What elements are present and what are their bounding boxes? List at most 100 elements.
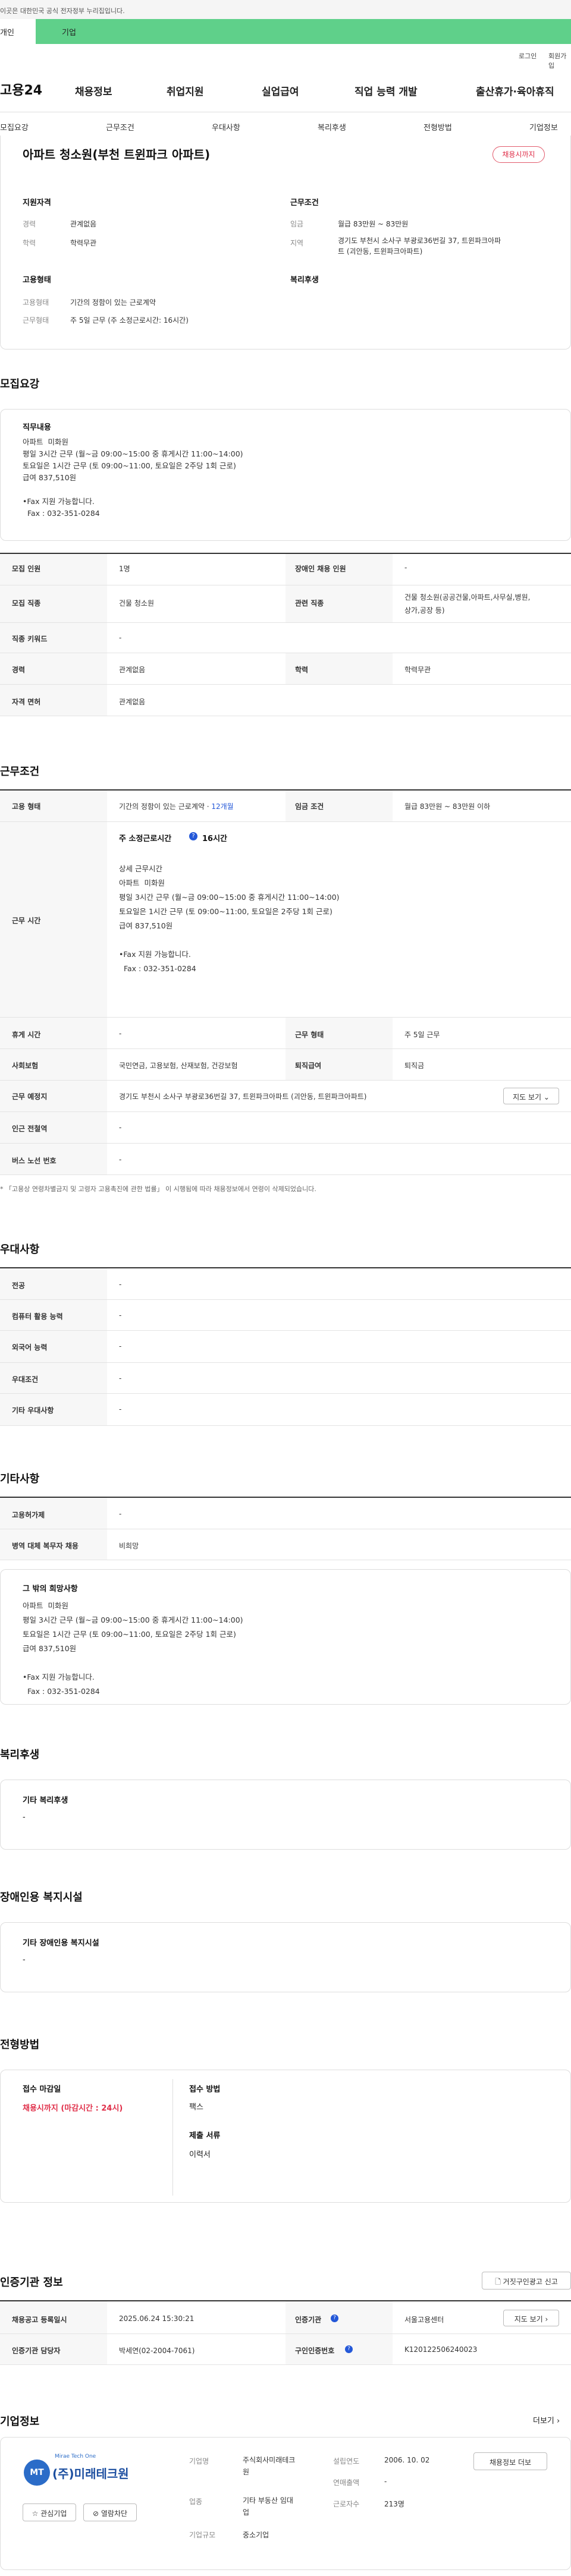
welfare-section-title: 복리후생 [0,1749,40,1761]
break-time-label: 휴게 시간 [12,1031,41,1039]
employment-type-label: 고용형태 [23,298,49,307]
chevron-right-icon: › [545,2315,548,2323]
duty-text: 아파트 미화원 평일 3시간 근무 (월~금 09:00~15:00 중 휴게시… [23,437,243,518]
map-view-button[interactable]: 지도 보기 ⌄ [503,1088,559,1104]
tab-personal[interactable]: 개인 [0,19,36,44]
work-permit-label: 고용허가제 [12,1511,45,1519]
table-bottom-line [0,2364,571,2365]
selection-section-title: 전형방법 [0,2039,40,2051]
etc-section-title: 기타사항 [0,1473,40,1485]
career-table-value: 관계없음 [119,666,146,674]
selection-divider [172,2079,173,2196]
duty-title: 직무내용 [23,423,51,432]
table-row [0,1299,571,1300]
career-value: 관계없음 [70,220,97,228]
subnav-selection[interactable]: 전형방법 [423,121,452,133]
job-category-value: 건물 청소원 [119,599,155,607]
staff-value: 213명 [384,2500,404,2508]
disabled-recruit-label: 장애인 채용 인원 [295,565,346,573]
info-icon[interactable]: ? [345,2345,353,2353]
recruit-count-label: 모집 인원 [12,565,41,573]
table-bottom-line [0,1174,571,1175]
company-logo-subtext: Mirae Tech One [55,2454,96,2460]
table-row [0,1393,571,1394]
work-place-label: 근무 예정지 [12,1092,48,1101]
work-form-value: 주 5일 근무 [404,1031,440,1039]
recruit-count-value: 1명 [119,565,130,573]
info-icon[interactable]: ? [331,2314,338,2322]
false-ad-report-button[interactable]: 🗋 거짓구인광고 신고 [482,2272,571,2290]
tab-company[interactable]: 기업 [62,26,76,37]
work-emp-value: 기간의 정함이 있는 근로계약 · 12개월 [119,801,234,811]
sales-label: 연매출액 [333,2479,360,2487]
subway-value: - [119,1123,122,1132]
industry-value-line1: 기타 부동산 임대 [243,2496,293,2505]
subnav-welfare[interactable]: 복리후생 [318,121,346,133]
chevron-down-icon: ⌄ [543,1093,550,1101]
favorite-company-button[interactable]: ☆ 관심기업 [23,2503,76,2521]
major-value: - [119,1280,122,1289]
founded-label: 설립연도 [333,2457,360,2465]
block-view-button[interactable]: ⊘ 열람차단 [83,2503,137,2521]
company-more-link[interactable]: 더보기 › [533,2414,560,2426]
disabled-facility-box [0,1922,571,1992]
weekly-hours-value: 16시간 [202,834,228,843]
table-bottom-line [0,1425,571,1426]
cert-number-value: K120122506240023 [404,2345,478,2354]
career-table-label: 경력 [12,666,26,674]
license-label: 자격 면허 [12,698,41,706]
other-preference-label: 기타 우대사항 [12,1406,54,1415]
selection-box [0,2070,571,2203]
other-preference-value: - [119,1405,122,1413]
work-condition-title: 근무조건 [290,199,319,207]
gnb-item-employment-support[interactable]: 취업지원 [167,83,204,98]
bus-label: 버스 노선 번호 [12,1157,57,1165]
education-label: 학력 [23,239,36,247]
chevron-right-icon: › [557,2417,560,2426]
major-label: 전공 [12,1281,26,1290]
language-label: 외국어 능력 [12,1343,48,1352]
welfare-summary-title: 복리후생 [290,276,319,285]
join-link[interactable]: 회원가입 [548,51,571,70]
document-icon: 🗋 [495,2278,501,2286]
computer-skill-label: 컴퓨터 활용 능력 [12,1312,63,1321]
work-detail-text: 상세 근무시간 아파트 미화원 평일 3시간 근무 (월~금 09:00~15:… [119,864,340,973]
documents-title: 제출 서류 [189,2131,221,2140]
qualification-title: 지원자격 [23,199,51,207]
disabled-facility-section-title: 장애인용 복지시설 [0,1891,83,1904]
work-emp-period: 12개월 [211,802,234,811]
table-row [0,1330,571,1331]
recruit-section-title: 모집요강 [0,378,40,391]
subnav-preference[interactable]: 우대사항 [212,121,240,133]
gnb-item-job-training[interactable]: 직업 능력 개발 [354,83,418,98]
gnb-item-parental-leave[interactable]: 출산휴가·육아휴직 [476,83,554,98]
wage-value: 월급 83만원 ~ 83만원 [338,220,409,228]
subnav-work[interactable]: 근무조건 [106,121,134,133]
industry-label: 업종 [189,2498,203,2506]
subnav-recruit[interactable]: 모집요강 [0,121,29,133]
login-link[interactable]: 로그인 [519,51,537,61]
site-logo[interactable]: 고용24 [0,80,42,99]
cert-org-value: 서울고용센터 [404,2316,444,2324]
cert-manager-value: 박세연(02-2004-7061) [119,2347,195,2355]
gnb-item-jobs[interactable]: 채용정보 [75,83,112,98]
job-title: 아파트 청소원(부천 트윈파크 아파트) [23,147,211,162]
insurance-label: 사회보험 [12,1062,39,1070]
preference-condition-label: 우대조건 [12,1375,39,1384]
cert-number-label: 구인인증번호 [295,2347,335,2355]
cert-map-view-button[interactable]: 지도 보기 › [503,2310,559,2326]
other-wishes-title: 그 밖의 희망사항 [23,1585,78,1594]
company-logo-mark: MT [24,2460,50,2486]
age-footnote: * 「고용상 연령차별금지 및 고령자 고용촉진에 관한 법률」 이 시행됨에 … [0,1185,316,1193]
job-keyword-label: 직종 키워드 [12,635,48,643]
gnb-item-unemployment-benefit[interactable]: 실업급여 [262,83,299,98]
sales-value: - [384,2477,387,2486]
region-value-line1: 경기도 부천시 소사구 부광로36번길 37, 트윈파크아파 [338,237,501,245]
favorite-company-label: 관심기업 [40,2509,67,2518]
info-icon[interactable]: ? [189,832,197,840]
subnav-company[interactable]: 기업정보 [529,121,558,133]
region-value-line2: 트 (괴안동, 트윈파크아파트) [338,247,423,256]
work-time-label: 근무 시간 [12,917,41,925]
related-job-label: 관련 직종 [295,599,324,607]
company-jobs-button[interactable]: 채용정보 더보 [473,2452,547,2470]
